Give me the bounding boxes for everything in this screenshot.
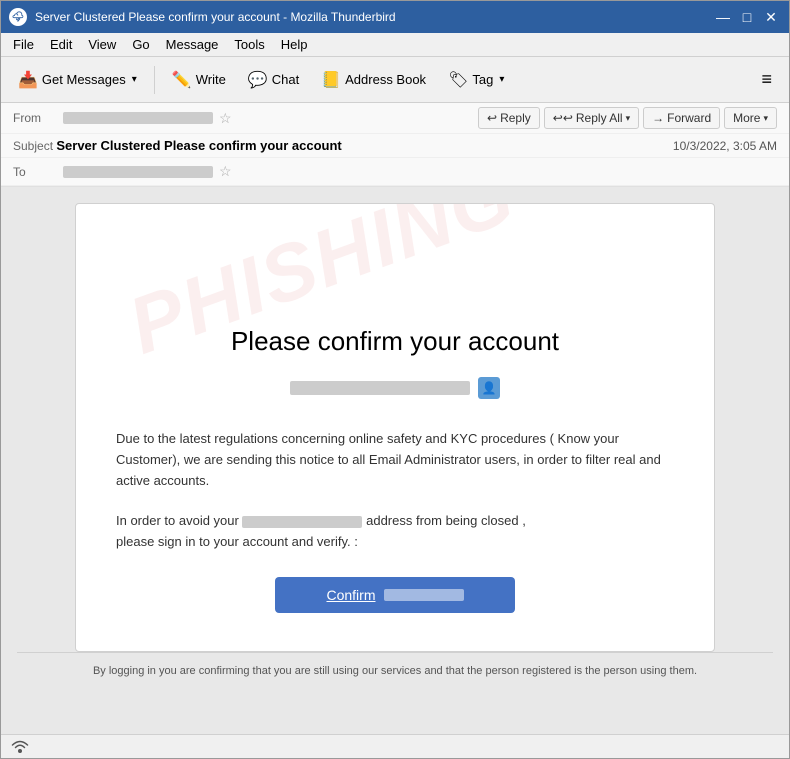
menu-edit[interactable]: Edit [42, 35, 80, 54]
email-actions: ↩ Reply ↩↩ Reply All ▾ → Forward More ▾ [478, 107, 777, 129]
reply-all-arrow-icon: ↩↩ [553, 111, 573, 125]
menu-file[interactable]: File [5, 35, 42, 54]
window-controls: — □ ✕ [713, 7, 781, 27]
maximize-button[interactable]: □ [737, 7, 757, 27]
email-body: PHISHING Please confirm your account 👤 D… [1, 187, 789, 734]
wifi-icon [9, 736, 31, 758]
recipient-email-blurred [290, 381, 470, 395]
statusbar [1, 734, 789, 758]
titlebar: 🌩 Server Clustered Please confirm your a… [1, 1, 789, 33]
menubar: File Edit View Go Message Tools Help [1, 33, 789, 57]
forward-label: Forward [667, 111, 711, 125]
write-label: Write [196, 72, 226, 87]
toolbar-divider-1 [154, 66, 155, 94]
get-messages-button[interactable]: 📥 Get Messages ▾ [9, 65, 146, 95]
body-p2-part1: In order to avoid your [116, 513, 239, 528]
address-book-button[interactable]: 📒 Address Book [312, 65, 435, 95]
body-paragraph-2: In order to avoid your address from bein… [116, 511, 674, 553]
inbox-icon: 📥 [18, 70, 38, 90]
menu-go[interactable]: Go [124, 35, 157, 54]
footer-text: By logging in you are confirming that yo… [93, 665, 697, 677]
app-window: 🌩 Server Clustered Please confirm your a… [0, 0, 790, 759]
chat-icon: 💬 [248, 70, 268, 90]
reply-all-button[interactable]: ↩↩ Reply All ▾ [544, 107, 639, 129]
confirm-button-label: Confirm [326, 587, 375, 603]
reply-arrow-icon: ↩ [487, 111, 497, 125]
email-content-card: PHISHING Please confirm your account 👤 D… [75, 203, 715, 652]
tag-button[interactable]: 🏷 Tag ▾ [439, 65, 513, 95]
tag-icon: 🏷 [448, 70, 468, 90]
from-label: From [13, 111, 63, 125]
close-button[interactable]: ✕ [761, 7, 781, 27]
minimize-button[interactable]: — [713, 7, 733, 27]
address-book-label: Address Book [345, 72, 426, 87]
reply-button[interactable]: ↩ Reply [478, 107, 540, 129]
reply-label: Reply [500, 111, 531, 125]
app-icon: 🌩 [9, 8, 27, 26]
email-date: 10/3/2022, 3:05 AM [673, 139, 777, 153]
more-button[interactable]: More ▾ [724, 107, 777, 129]
subject-row: Subject Server Clustered Please confirm … [1, 134, 789, 158]
reply-all-label: Reply All [576, 111, 623, 125]
write-icon: ✏️ [172, 70, 192, 90]
email-address-row: 👤 [116, 377, 674, 399]
more-label: More [733, 111, 760, 125]
address-blurred [242, 516, 362, 528]
hamburger-menu-button[interactable]: ≡ [752, 64, 781, 95]
avatar-icon: 👤 [478, 377, 500, 399]
menu-help[interactable]: Help [273, 35, 316, 54]
to-row: To ☆ [1, 158, 789, 186]
forward-arrow-icon: → [652, 111, 664, 125]
to-label: To [13, 165, 63, 179]
body-paragraph-1: Due to the latest regulations concerning… [116, 429, 674, 491]
confirm-title: Please confirm your account [116, 326, 674, 357]
subject-value: Server Clustered Please confirm your acc… [56, 138, 341, 153]
address-book-icon: 📒 [321, 70, 341, 90]
reply-all-dropdown-arrow: ▾ [626, 113, 631, 124]
forward-button[interactable]: → Forward [643, 107, 720, 129]
get-messages-label: Get Messages [42, 72, 126, 87]
from-row: From ☆ ↩ Reply ↩↩ Reply All ▾ → Forward [1, 103, 789, 134]
from-value [63, 112, 213, 124]
confirm-button-container: Confirm [116, 577, 674, 613]
subject-area: Subject Server Clustered Please confirm … [13, 138, 342, 153]
to-value [63, 166, 213, 178]
from-star-icon[interactable]: ☆ [219, 110, 232, 127]
tag-label: Tag [472, 72, 493, 87]
menu-message[interactable]: Message [158, 35, 227, 54]
subject-label: Subject [13, 139, 56, 153]
chat-button[interactable]: 💬 Chat [239, 65, 308, 95]
menu-view[interactable]: View [80, 35, 124, 54]
email-header: From ☆ ↩ Reply ↩↩ Reply All ▾ → Forward [1, 103, 789, 187]
confirm-url-blurred [384, 589, 464, 601]
email-footer: By logging in you are confirming that yo… [17, 652, 773, 689]
toolbar: 📥 Get Messages ▾ ✏️ Write 💬 Chat 📒 Addre… [1, 57, 789, 103]
write-button[interactable]: ✏️ Write [163, 65, 235, 95]
menu-tools[interactable]: Tools [226, 35, 272, 54]
window-title: Server Clustered Please confirm your acc… [35, 10, 705, 24]
get-messages-dropdown-arrow: ▾ [132, 74, 137, 85]
tag-dropdown-arrow: ▾ [499, 74, 504, 85]
more-dropdown-arrow: ▾ [763, 113, 768, 124]
to-star-icon[interactable]: ☆ [219, 163, 232, 180]
chat-label: Chat [272, 72, 299, 87]
confirm-button[interactable]: Confirm [275, 577, 515, 613]
